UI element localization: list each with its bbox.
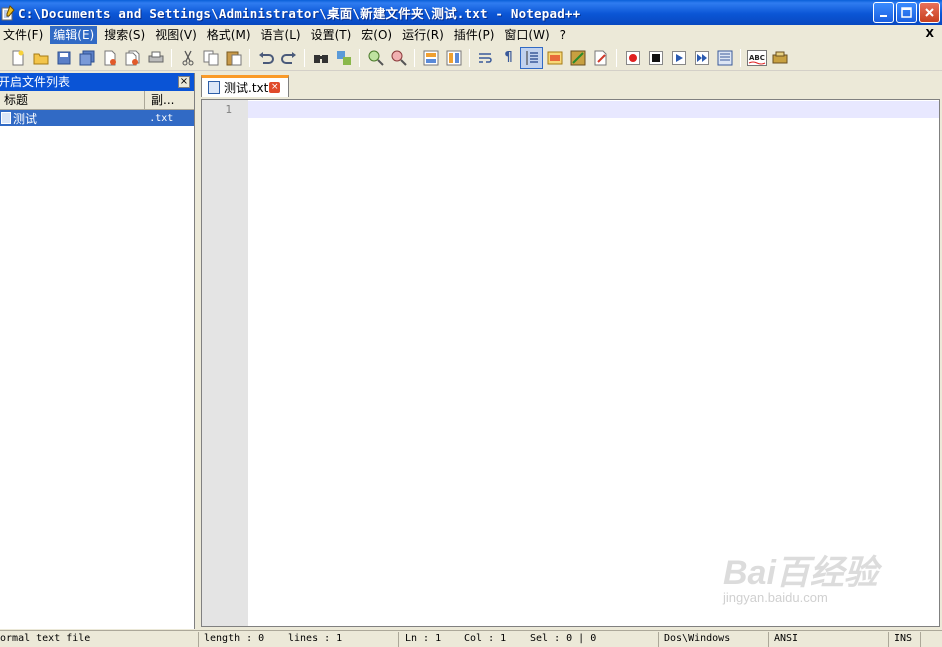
record-macro-icon[interactable] xyxy=(621,47,644,69)
play-macro-icon[interactable] xyxy=(667,47,690,69)
close-icon[interactable] xyxy=(98,47,121,69)
baidu-watermark: Bai百经验 jingyan.baidu.com xyxy=(723,545,878,605)
notepad-app-icon[interactable] xyxy=(1,4,15,21)
title-bar[interactable]: C:\Documents and Settings\Administrator\… xyxy=(0,0,942,25)
menu-settings[interactable]: 设置(T) xyxy=(308,26,355,44)
status-line: Ln : 1 xyxy=(405,633,442,644)
status-length: length : 0 xyxy=(204,633,265,644)
panel-title: 开启文件列表 xyxy=(0,75,71,89)
save-all-icon[interactable] xyxy=(75,47,98,69)
print-icon[interactable] xyxy=(144,47,167,69)
copy-icon[interactable] xyxy=(199,47,222,69)
toolbar-separator xyxy=(740,48,741,67)
paste-icon[interactable] xyxy=(222,47,245,69)
function-list-icon[interactable] xyxy=(589,47,612,69)
replace-icon[interactable] xyxy=(332,47,355,69)
toolbar-separator xyxy=(249,48,250,67)
column-header-title[interactable]: 标题 xyxy=(0,91,145,109)
status-encoding: ANSI xyxy=(774,633,799,644)
maximize-button[interactable] xyxy=(896,2,917,23)
menu-edit[interactable]: 编辑(E) xyxy=(50,26,98,44)
menu-bar: 文件(F) 编辑(E) 搜索(S) 视图(V) 格式(M) 语言(L) 设置(T… xyxy=(0,25,942,45)
menu-macro[interactable]: 宏(O) xyxy=(358,26,395,44)
toolbar-separator xyxy=(469,48,470,67)
status-divider xyxy=(920,632,921,647)
status-insert-mode: INS xyxy=(894,633,913,644)
menu-close-document-button[interactable]: X xyxy=(926,27,934,40)
undo-icon[interactable] xyxy=(254,47,277,69)
toolbar-separator xyxy=(414,48,415,67)
file-icon xyxy=(1,112,11,124)
file-list-header: 标题 副... xyxy=(0,91,194,110)
run-macro-multiple-icon[interactable] xyxy=(690,47,713,69)
menu-language[interactable]: 语言(L) xyxy=(258,26,304,44)
spell-check-icon[interactable]: ABC xyxy=(745,47,768,69)
tab-document[interactable]: 测试.txt × xyxy=(201,75,289,97)
status-divider xyxy=(658,632,659,647)
line-number: 1 xyxy=(225,103,232,116)
menu-run[interactable]: 运行(R) xyxy=(399,26,447,44)
file-list-row[interactable]: 测试 .txt xyxy=(0,110,194,126)
menu-view[interactable]: 视图(V) xyxy=(152,26,200,44)
status-divider xyxy=(888,632,889,647)
redo-icon[interactable] xyxy=(277,47,300,69)
menu-search[interactable]: 搜索(S) xyxy=(101,26,148,44)
document-icon xyxy=(208,81,220,94)
tab-close-icon[interactable]: × xyxy=(269,82,281,93)
status-column: Col : 1 xyxy=(464,633,507,644)
open-icon[interactable] xyxy=(29,47,52,69)
line-number-gutter: 1 xyxy=(202,100,248,626)
close-button[interactable] xyxy=(919,2,940,23)
save-macro-icon[interactable] xyxy=(713,47,736,69)
status-bar: Normal text file length : 0 lines : 1 Ln… xyxy=(0,630,942,647)
minimize-button[interactable] xyxy=(873,2,894,23)
current-line-highlight xyxy=(248,101,939,118)
panel-header: 开启文件列表 × xyxy=(0,73,194,91)
file-extension: .txt xyxy=(149,112,174,124)
close-all-icon[interactable] xyxy=(121,47,144,69)
status-file-type: Normal text file xyxy=(0,633,91,644)
menu-window[interactable]: 窗口(W) xyxy=(501,26,552,44)
menu-file[interactable]: 文件(F) xyxy=(0,26,46,44)
status-divider xyxy=(768,632,769,647)
find-icon[interactable] xyxy=(309,47,332,69)
save-icon[interactable] xyxy=(52,47,75,69)
tab-label: 测试.txt xyxy=(224,81,269,95)
zoom-in-icon[interactable] xyxy=(364,47,387,69)
stop-macro-icon[interactable] xyxy=(644,47,667,69)
status-lines: lines : 1 xyxy=(288,633,343,644)
indent-guide-icon[interactable] xyxy=(520,46,543,69)
new-icon[interactable] xyxy=(6,47,29,69)
toolbar-separator xyxy=(171,48,172,67)
file-name: 测试 xyxy=(13,111,38,126)
menu-format[interactable]: 格式(M) xyxy=(204,26,254,44)
toolbar-separator xyxy=(359,48,360,67)
sync-vertical-icon[interactable] xyxy=(419,47,442,69)
status-divider xyxy=(198,632,199,647)
status-divider xyxy=(398,632,399,647)
menu-plugins[interactable]: 插件(P) xyxy=(451,26,498,44)
toolbar-separator xyxy=(304,48,305,67)
menu-help[interactable]: ? xyxy=(557,26,569,44)
toolbar: ¶ ABC xyxy=(0,45,942,71)
word-wrap-icon[interactable] xyxy=(474,47,497,69)
status-eol: Dos\Windows xyxy=(664,633,731,644)
toolbar-separator xyxy=(616,48,617,67)
show-all-chars-icon[interactable]: ¶ xyxy=(497,47,520,69)
zoom-out-icon[interactable] xyxy=(387,47,410,69)
panel-close-button[interactable]: × xyxy=(178,76,190,88)
sync-horizontal-icon[interactable] xyxy=(442,47,465,69)
plugin-icon[interactable] xyxy=(768,47,791,69)
svg-text:ABC: ABC xyxy=(749,54,765,62)
column-header-ext[interactable]: 副... xyxy=(145,91,193,109)
status-selection: Sel : 0 | 0 xyxy=(530,633,597,644)
user-language-icon[interactable] xyxy=(543,47,566,69)
cut-icon[interactable] xyxy=(176,47,199,69)
window-title: C:\Documents and Settings\Administrator\… xyxy=(18,6,581,21)
doc-map-icon[interactable] xyxy=(566,47,589,69)
watermark-logo: Bai百经验 xyxy=(723,554,878,592)
open-files-panel: 开启文件列表 × 标题 副... 测试 .txt xyxy=(0,73,195,629)
